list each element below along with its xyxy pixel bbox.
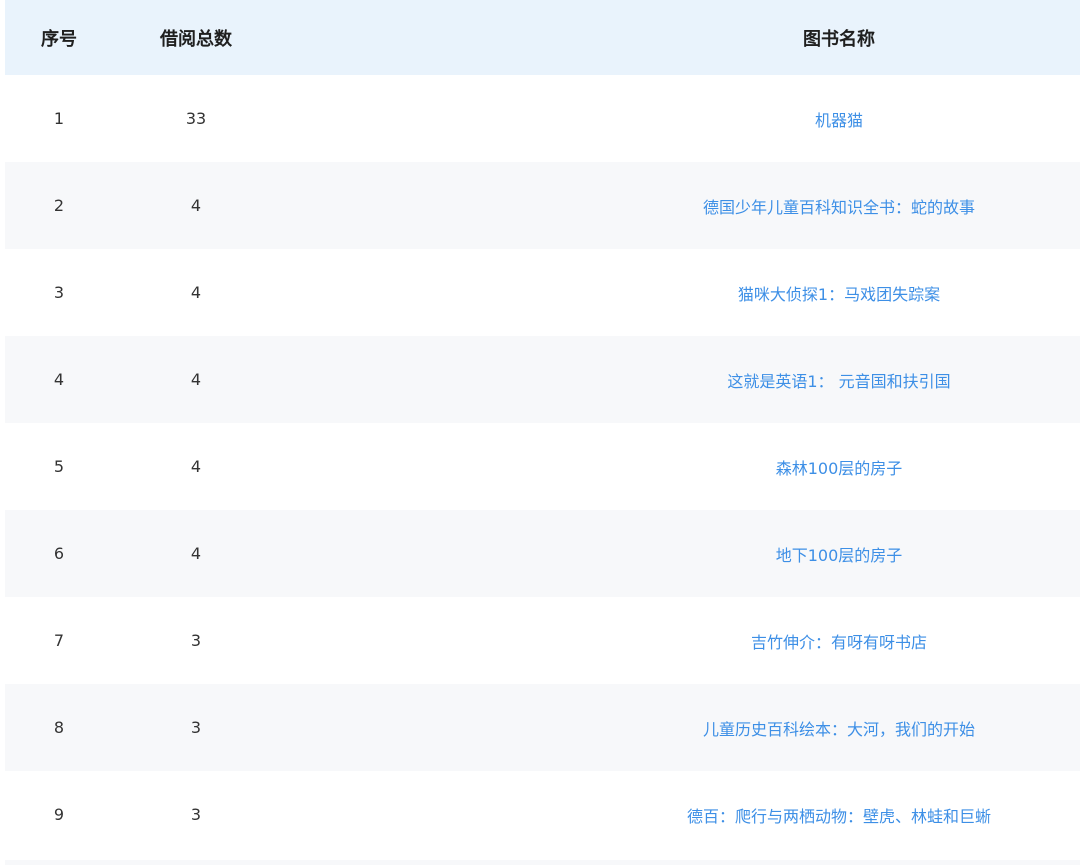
borrow-ranking-table: 序号 借阅总数 图书名称 1 33 机器猫 2 4 德国少年儿童百科知识全书：蛇… [0, 0, 1080, 865]
row-index: 1 [53, 109, 65, 128]
row-borrow-count: 3 [190, 718, 202, 737]
row-index: 5 [53, 457, 65, 476]
row-borrow-count: 4 [190, 196, 202, 215]
row-borrow-count: 3 [190, 805, 202, 824]
row-borrow-count: 3 [190, 631, 202, 650]
table-row: 1 33 机器猫 [5, 75, 1080, 162]
table-row: 7 3 吉竹伸介：有呀有呀书店 [5, 597, 1080, 684]
book-title-link[interactable]: 机器猫 [539, 75, 1080, 162]
row-borrow-count: 4 [190, 370, 202, 389]
table-row: 2 4 德国少年儿童百科知识全书：蛇的故事 [5, 162, 1080, 249]
book-title-link[interactable]: 德国少年儿童百科知识全书：蛇的故事 [539, 162, 1080, 249]
header-book-title: 图书名称 [803, 28, 875, 50]
book-title-link[interactable]: 地下100层的房子 [539, 510, 1080, 597]
book-title-link[interactable]: 德百：爬行与两栖动物：壁虎、林蛙和巨蜥 [539, 771, 1080, 858]
book-title-link[interactable]: 森林100层的房子 [539, 423, 1080, 510]
row-index: 2 [53, 196, 65, 215]
table-row: 9 3 德百：爬行与两栖动物：壁虎、林蛙和巨蜥 [5, 771, 1080, 858]
book-title-link[interactable]: 吉竹伸介：有呀有呀书店 [539, 597, 1080, 684]
table-row: 4 4 这就是英语1： 元音国和扶引国 [5, 336, 1080, 423]
row-index: 9 [53, 805, 65, 824]
row-index: 3 [53, 283, 65, 302]
row-borrow-count: 33 [185, 109, 207, 128]
table-row: 6 4 地下100层的房子 [5, 510, 1080, 597]
row-index: 6 [53, 544, 65, 563]
row-borrow-count: 4 [190, 457, 202, 476]
table-row: 3 4 猫咪大侦探1：马戏团失踪案 [5, 249, 1080, 336]
table-row: 5 4 森林100层的房子 [5, 423, 1080, 510]
book-title-link[interactable]: 猫咪大侦探1：马戏团失踪案 [539, 249, 1080, 336]
header-index: 序号 [41, 28, 77, 50]
book-title-link[interactable]: 儿童历史百科绘本：大河，我们的开始 [539, 684, 1080, 771]
row-borrow-count: 4 [190, 544, 202, 563]
row-index: 8 [53, 718, 65, 737]
row-index: 4 [53, 370, 65, 389]
row-index: 7 [53, 631, 65, 650]
next-row-edge [5, 860, 1080, 865]
book-title-link[interactable]: 这就是英语1： 元音国和扶引国 [539, 336, 1080, 423]
header-borrow-count: 借阅总数 [160, 28, 232, 50]
table-row: 8 3 儿童历史百科绘本：大河，我们的开始 [5, 684, 1080, 771]
row-borrow-count: 4 [190, 283, 202, 302]
table-header: 序号 借阅总数 图书名称 [5, 0, 1080, 75]
